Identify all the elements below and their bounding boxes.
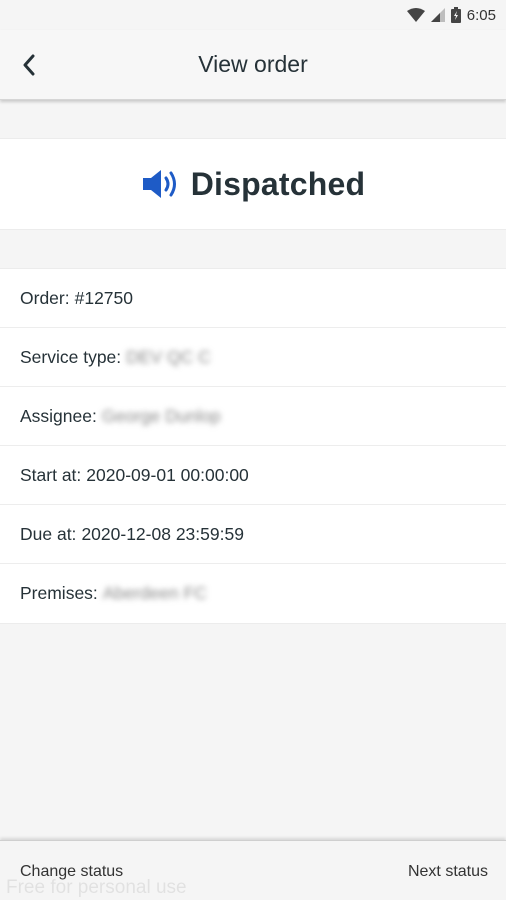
order-number-value: #12750: [74, 287, 134, 308]
next-status-button[interactable]: Next status: [408, 863, 488, 881]
start-at-row: Start at: 2020-09-01 00:00:00: [0, 446, 506, 505]
order-number-label: Order:: [20, 287, 70, 308]
start-at-value: 2020-09-01 00:00:00: [86, 464, 249, 485]
assignee-row: Assignee: George Dunlop: [0, 387, 506, 446]
order-details-list: Order: #12750 Service type: DEV QC C Ass…: [0, 268, 506, 624]
due-at-label: Due at:: [20, 523, 77, 544]
order-status-label: Dispatched: [190, 165, 366, 202]
page-title: View order: [198, 51, 308, 77]
speaker-icon: [142, 170, 176, 198]
due-at-row: Due at: 2020-12-08 23:59:59: [0, 505, 506, 564]
assignee-label: Assignee:: [20, 405, 97, 426]
service-type-label: Service type:: [20, 346, 122, 367]
back-button[interactable]: [14, 50, 44, 80]
change-status-button[interactable]: Change status: [20, 863, 123, 881]
premises-row: Premises: Aberdeen FC: [0, 564, 506, 623]
wifi-icon: [406, 8, 425, 22]
battery-icon: [450, 7, 461, 23]
clock-time: 6:05: [466, 6, 496, 24]
app-bar: View order: [0, 30, 506, 100]
service-type-value: DEV QC C: [126, 346, 211, 367]
chevron-left-icon: [23, 54, 35, 75]
order-status-card: Dispatched: [0, 138, 506, 230]
premises-label: Premises:: [20, 583, 98, 603]
signal-icon: [430, 8, 445, 22]
status-bar: 6:05: [0, 0, 506, 30]
assignee-value: George Dunlop: [101, 405, 221, 426]
due-at-value: 2020-12-08 23:59:59: [81, 523, 244, 544]
premises-value: Aberdeen FC: [102, 583, 207, 603]
order-number-row: Order: #12750: [0, 269, 506, 328]
bottom-action-bar: Change status Next status Free for perso…: [0, 840, 506, 900]
service-type-row: Service type: DEV QC C: [0, 328, 506, 387]
start-at-label: Start at:: [20, 464, 82, 485]
